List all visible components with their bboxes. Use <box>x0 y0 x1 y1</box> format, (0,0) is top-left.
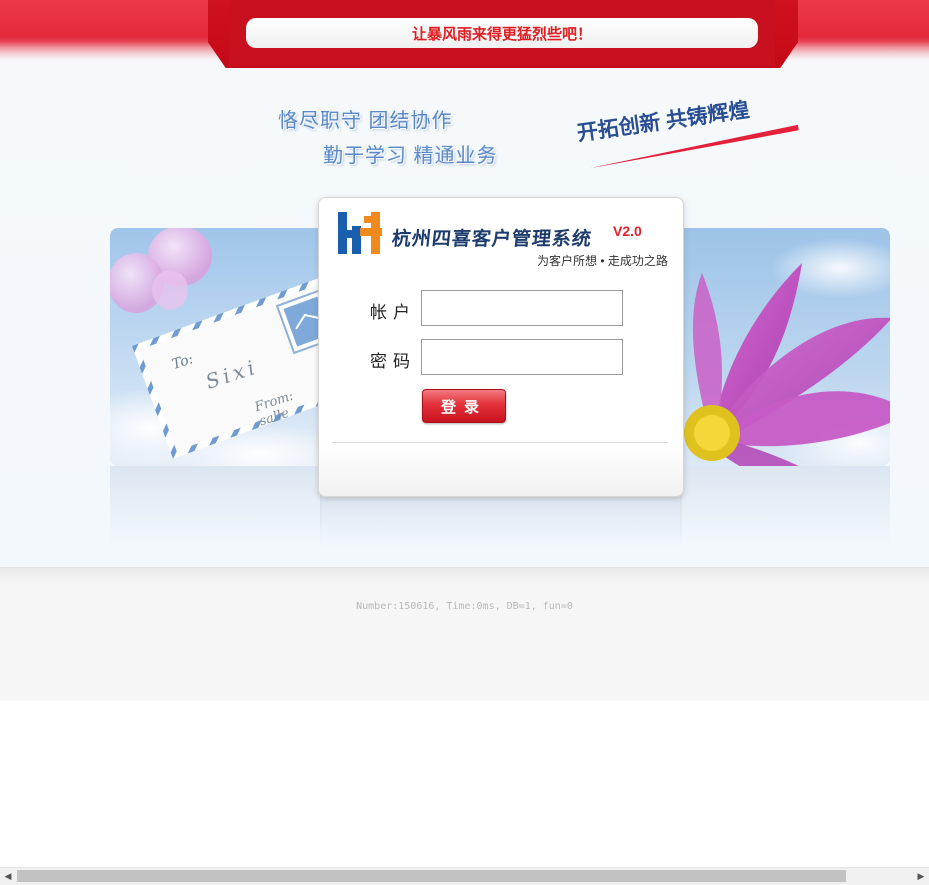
account-label: 帐户 <box>370 303 416 322</box>
flower-illustration <box>684 238 890 466</box>
header-slogan: 让暴风雨来得更猛烈些吧！ <box>246 18 758 48</box>
footer <box>0 567 929 701</box>
h-logo-icon <box>338 212 382 254</box>
envelope-photo: To: Sixi From: salle <box>110 228 322 466</box>
scroll-right-icon[interactable]: ▶ <box>913 868 929 884</box>
system-version: V2.0 <box>613 223 642 239</box>
system-title: 杭州四喜客户管理系统 <box>390 229 593 250</box>
card-divider <box>332 442 668 443</box>
flower-photo <box>680 228 890 466</box>
envelope-illustration <box>110 228 322 466</box>
account-input[interactable] <box>421 290 623 326</box>
motto-line-1: 恪尽职守 团结协作 <box>278 110 453 132</box>
system-subtitle: 为客户所想 • 走成功之路 <box>537 254 668 268</box>
card-reflection <box>320 495 682 550</box>
login-button[interactable]: 登录 <box>422 389 506 423</box>
flower-reflection <box>680 466 890 546</box>
scrollbar-thumb[interactable] <box>17 870 846 882</box>
scroll-left-icon[interactable]: ◀ <box>0 868 16 884</box>
footer-stats: Number:150616, Time:0ms, DB=1, fun=0 <box>356 601 573 612</box>
motto-line-2: 勤于学习 精通业务 <box>323 145 498 167</box>
password-input[interactable] <box>421 339 623 375</box>
envelope-reflection <box>110 466 322 546</box>
password-label: 密码 <box>370 352 416 371</box>
